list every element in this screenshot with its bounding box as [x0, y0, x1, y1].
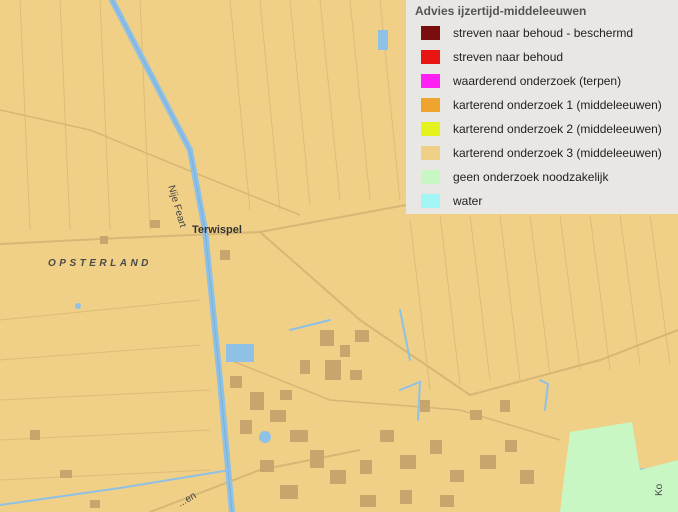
legend-item-karterend-2: karterend onderzoek 2 (middeleeuwen)	[415, 117, 670, 141]
legend-item-geen-onderzoek: geen onderzoek noodzakelijk	[415, 165, 670, 189]
legend-swatch	[421, 194, 440, 208]
legend-swatch	[421, 122, 440, 136]
legend-label: streven naar behoud - beschermd	[453, 26, 634, 40]
legend-label: waarderend onderzoek (terpen)	[453, 74, 622, 88]
legend-swatch	[421, 50, 440, 64]
legend-item-karterend-1: karterend onderzoek 1 (middeleeuwen)	[415, 93, 670, 117]
road-label-se: Ko	[654, 483, 665, 496]
legend-item-terpen: waarderend onderzoek (terpen)	[415, 69, 670, 93]
legend-label: geen onderzoek noodzakelijk	[453, 170, 609, 184]
legend-title: Advies ijzertijd-middeleeuwen	[415, 4, 587, 18]
place-label-terwispel: Terwispel	[192, 224, 242, 236]
legend-label: karterend onderzoek 3 (middeleeuwen)	[453, 146, 662, 160]
legend-item-beschermd: streven naar behoud - beschermd	[415, 21, 670, 45]
legend-label: karterend onderzoek 2 (middeleeuwen)	[453, 122, 662, 136]
legend-swatch	[421, 146, 440, 160]
legend-swatch	[421, 74, 440, 88]
legend-swatch	[421, 98, 440, 112]
legend-swatch	[421, 26, 440, 40]
legend-label: karterend onderzoek 1 (middeleeuwen)	[453, 98, 662, 112]
legend-label: water	[453, 194, 483, 208]
legend-label: streven naar behoud	[453, 50, 564, 64]
legend-item-karterend-3: karterend onderzoek 3 (middeleeuwen)	[415, 141, 670, 165]
legend-item-behoud: streven naar behoud	[415, 45, 670, 69]
legend-item-water: water	[415, 189, 670, 213]
place-label-opsterland: OPSTERLAND	[48, 258, 152, 269]
map-legend: Advies ijzertijd-middeleeuwen streven na…	[406, 0, 678, 214]
legend-swatch	[421, 170, 440, 184]
